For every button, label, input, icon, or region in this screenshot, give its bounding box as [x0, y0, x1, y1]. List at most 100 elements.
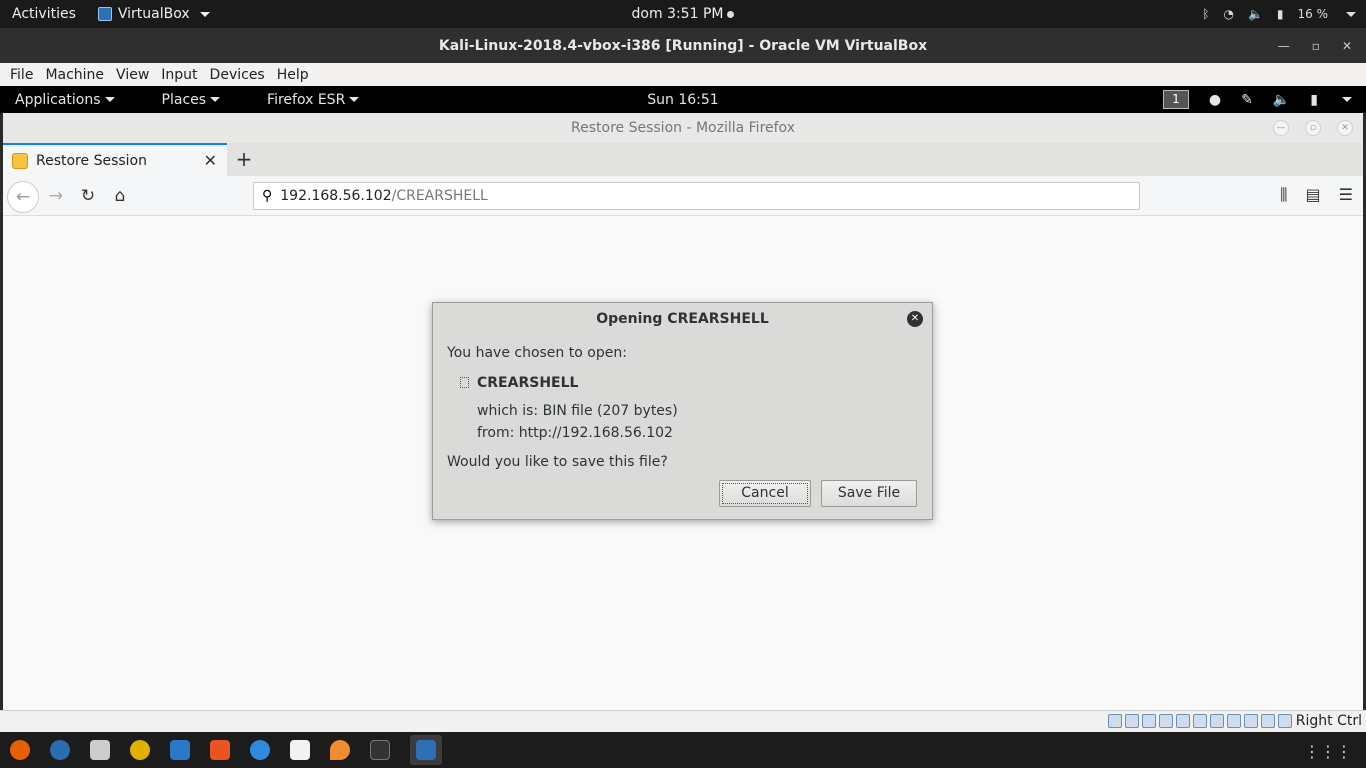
cpu-icon[interactable]	[1244, 714, 1258, 728]
dialog-title: Opening CREARSHELL	[596, 311, 769, 327]
file-icon	[460, 377, 469, 388]
app-menu-label: VirtualBox	[117, 6, 190, 22]
url-bar[interactable]: ⚲ 192.168.56.102/CREARSHELL	[253, 182, 1140, 210]
tab-close-icon[interactable]: ✕	[204, 151, 217, 170]
cancel-button[interactable]: Cancel	[719, 480, 811, 507]
menu-help[interactable]: Help	[271, 67, 315, 83]
kali-system-tray[interactable]: 1 ● ✎ 🔈 ▮	[1162, 86, 1352, 113]
vbox-window-title: Kali-Linux-2018.4-vbox-i386 [Running] - …	[438, 37, 928, 54]
back-button[interactable]: ←	[7, 181, 39, 213]
search-icon: ⚲	[262, 188, 273, 204]
files-icon[interactable]	[90, 740, 110, 760]
forward-button[interactable]: →	[45, 185, 67, 207]
chevron-down-icon	[104, 97, 115, 102]
amazon-icon[interactable]	[290, 740, 310, 760]
battery-icon: ▮	[1276, 7, 1284, 21]
host-system-tray[interactable]: ᛒ ◔ 🔈 ▮ 16 %	[1202, 0, 1356, 28]
host-clock[interactable]: dom 3:51 PM	[632, 6, 735, 22]
help-icon[interactable]	[250, 740, 270, 760]
optical-drive-icon[interactable]	[1125, 714, 1139, 728]
tab-restore-session[interactable]: Restore Session ✕	[3, 143, 227, 176]
menu-file[interactable]: File	[4, 67, 39, 83]
dialog-file-source: from: http://192.168.56.102	[477, 425, 673, 441]
dock-item-virtualbox[interactable]	[410, 735, 442, 765]
shared-folders-icon[interactable]	[1193, 714, 1207, 728]
firefox-title-bar: Restore Session - Mozilla Firefox — ▫ ✕	[3, 113, 1363, 143]
minimize-icon[interactable]: —	[1273, 120, 1289, 136]
keyboard-icon[interactable]	[1278, 714, 1292, 728]
rhythmbox-icon[interactable]	[130, 740, 150, 760]
chevron-down-icon	[199, 11, 210, 17]
vbox-title-bar: Kali-Linux-2018.4-vbox-i386 [Running] - …	[0, 28, 1366, 63]
kali-top-bar: Applications Places Firefox ESR Sun 16:5…	[0, 86, 1366, 113]
hard-disk-icon[interactable]	[1108, 714, 1122, 728]
tab-label: Restore Session	[36, 152, 147, 169]
hamburger-menu-icon[interactable]: ☰	[1339, 185, 1353, 205]
tab-strip: Restore Session ✕ +	[3, 143, 1363, 176]
writer-icon[interactable]	[170, 740, 190, 760]
url-path: /CREARSHELL	[391, 188, 488, 204]
chevron-down-icon	[210, 97, 221, 102]
new-tab-button[interactable]: +	[233, 147, 255, 171]
workspace-indicator[interactable]: 1	[1162, 90, 1189, 109]
reload-button[interactable]: ↻	[77, 185, 99, 207]
thunderbird-icon[interactable]	[50, 740, 70, 760]
remmina-icon[interactable]	[330, 740, 350, 760]
firefox-window-title: Restore Session - Mozilla Firefox	[571, 120, 795, 136]
firefox-icon[interactable]	[10, 740, 30, 760]
vbox-menu-bar: File Machine View Input Devices Help	[0, 63, 1366, 86]
applications-menu[interactable]: Applications	[0, 92, 115, 108]
minimize-icon[interactable]: —	[1278, 39, 1290, 53]
maximize-icon[interactable]: ▫	[1305, 120, 1321, 136]
usb-icon[interactable]	[1176, 714, 1190, 728]
chevron-down-icon	[349, 97, 360, 102]
dialog-file-type: which is: BIN file (207 bytes)	[477, 403, 678, 419]
audio-icon[interactable]	[1142, 714, 1156, 728]
menu-machine[interactable]: Machine	[39, 67, 110, 83]
host-dock: ⋮⋮⋮	[0, 732, 1366, 768]
url-host: 192.168.56.102	[280, 188, 392, 204]
host-top-bar: Activities VirtualBox dom 3:51 PM ᛒ ◔ 🔈 …	[0, 0, 1366, 28]
virtualbox-icon	[97, 7, 112, 21]
close-icon[interactable]: ✕	[1337, 120, 1353, 136]
dialog-filename: CREARSHELL	[477, 375, 579, 391]
network-icon[interactable]	[1159, 714, 1173, 728]
firefox-app-menu[interactable]: Firefox ESR	[252, 92, 360, 108]
display-icon[interactable]	[1210, 714, 1224, 728]
battery-icon: ▮	[1310, 91, 1318, 108]
download-dialog: Opening CREARSHELL ✕ You have chosen to …	[432, 302, 933, 520]
navigation-toolbar: ← → ↻ ⌂ ⚲ 192.168.56.102/CREARSHELL ⫼ ▤ …	[3, 176, 1363, 216]
menu-devices[interactable]: Devices	[204, 67, 271, 83]
video-capture-icon[interactable]	[1227, 714, 1241, 728]
vbox-status-bar: Right Ctrl	[0, 710, 1366, 732]
activities-button[interactable]: Activities	[0, 6, 88, 22]
show-applications-icon[interactable]: ⋮⋮⋮	[1304, 742, 1352, 761]
software-center-icon[interactable]	[210, 740, 230, 760]
save-file-button[interactable]: Save File	[821, 480, 917, 507]
battery-percent: 16 %	[1297, 7, 1329, 21]
dialog-question: Would you like to save this file?	[447, 454, 668, 470]
app-menu-virtualbox[interactable]: VirtualBox	[88, 6, 220, 22]
pen-icon: ✎	[1241, 91, 1253, 108]
bluetooth-icon: ᛒ	[1202, 7, 1210, 21]
kali-clock[interactable]: Sun 16:51	[647, 92, 718, 108]
mouse-integration-icon[interactable]	[1261, 714, 1275, 728]
notification-dot-icon	[727, 10, 735, 18]
dialog-close-icon[interactable]: ✕	[907, 311, 923, 327]
system-menu-chevron-icon	[1342, 97, 1352, 102]
volume-icon: 🔈	[1272, 91, 1291, 108]
system-menu-chevron-icon	[1346, 11, 1356, 17]
menu-input[interactable]: Input	[155, 67, 203, 83]
dialog-intro: You have chosen to open:	[447, 345, 627, 361]
restore-session-icon	[12, 152, 28, 169]
terminal-icon[interactable]	[370, 740, 390, 760]
wifi-icon: ◔	[1223, 7, 1234, 21]
home-button[interactable]: ⌂	[109, 185, 131, 207]
sidebar-icon[interactable]: ▤	[1306, 185, 1321, 205]
library-icon[interactable]: ⫼	[1280, 185, 1287, 205]
maximize-icon[interactable]: ▫	[1312, 39, 1320, 53]
close-icon[interactable]: ✕	[1342, 39, 1352, 53]
places-menu[interactable]: Places	[147, 92, 221, 108]
volume-icon: 🔈	[1247, 7, 1263, 21]
menu-view[interactable]: View	[110, 67, 155, 83]
